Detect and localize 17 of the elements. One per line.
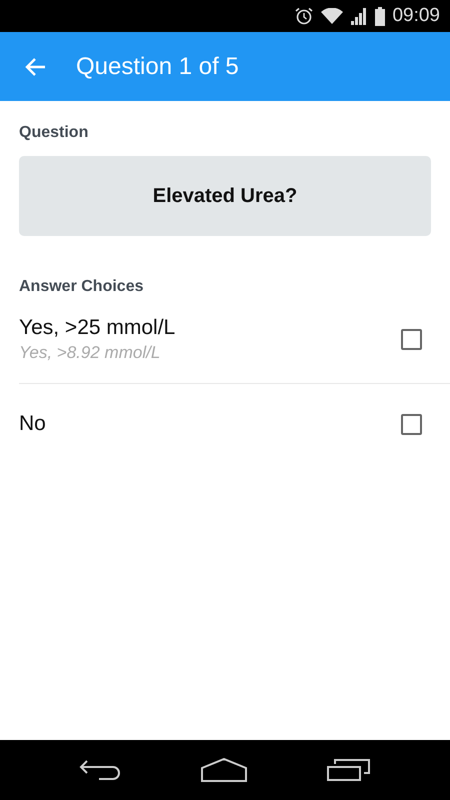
answer-text: Yes, >25 mmol/L — [19, 316, 176, 340]
answer-text: No — [19, 412, 47, 436]
back-nav-icon[interactable] — [79, 759, 121, 781]
checkbox[interactable] — [401, 414, 422, 434]
wifi-icon — [321, 8, 344, 24]
alarm-clock-icon — [294, 7, 314, 25]
signal-icon — [350, 7, 368, 25]
section-heading: Answer Choices — [19, 278, 144, 296]
screen-title: Question 1 of 5 — [76, 52, 239, 80]
battery-icon — [375, 6, 386, 26]
answer-subtext: Yes, >8.92 mmol/L — [19, 343, 162, 363]
checkbox[interactable] — [401, 329, 422, 350]
recent-apps-icon[interactable] — [327, 759, 371, 781]
home-icon[interactable] — [201, 758, 247, 782]
question-card: Elevated Urea? — [19, 156, 431, 236]
clock-time: 09:09 — [392, 5, 440, 27]
section-heading: Question — [19, 124, 90, 142]
